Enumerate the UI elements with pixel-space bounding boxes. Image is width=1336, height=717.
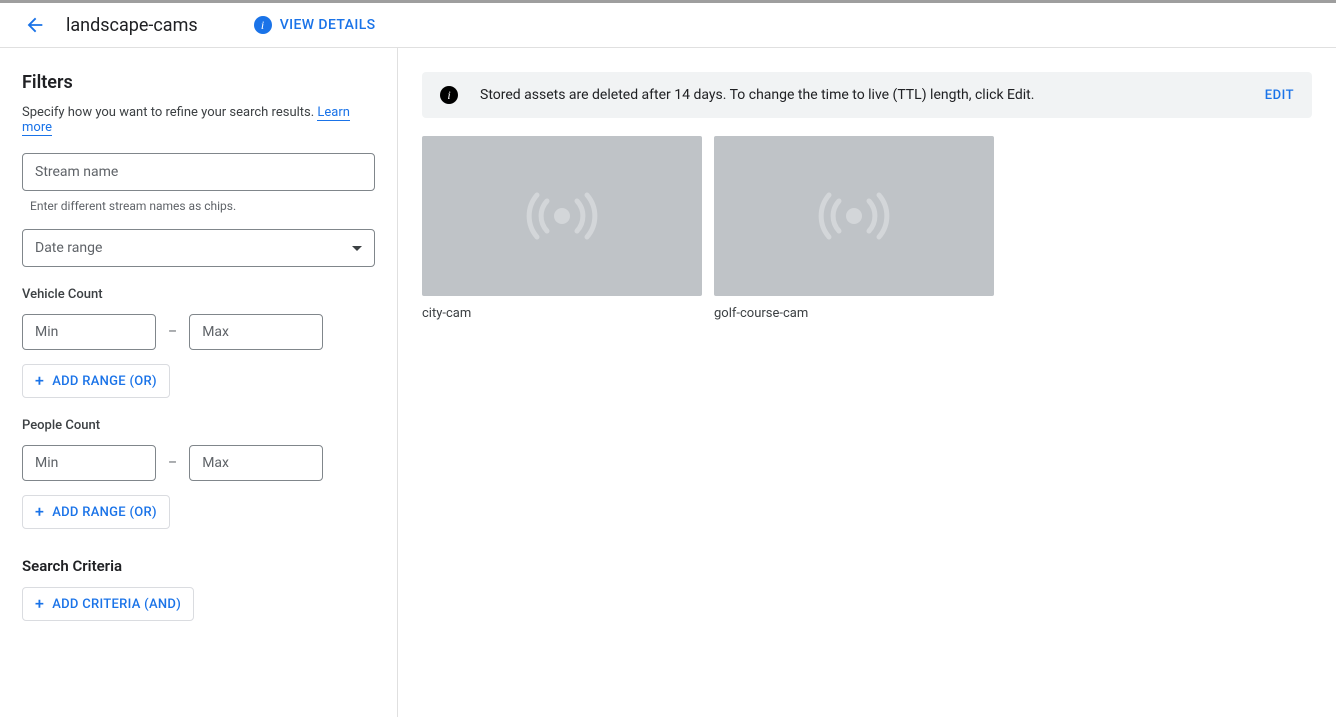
vehicle-min-input[interactable]: Min bbox=[22, 314, 156, 350]
stream-card-label: golf-course-cam bbox=[714, 306, 994, 321]
people-count-range: Min – Max bbox=[22, 445, 375, 481]
vehicle-add-range-button[interactable]: + ADD RANGE (OR) bbox=[22, 364, 170, 398]
stream-name-placeholder: Stream name bbox=[35, 164, 118, 180]
people-add-range-button[interactable]: + ADD RANGE (OR) bbox=[22, 495, 170, 529]
add-criteria-button[interactable]: + ADD CRITERIA (AND) bbox=[22, 587, 194, 621]
people-add-range-label: ADD RANGE (OR) bbox=[52, 505, 157, 520]
vehicle-count-label: Vehicle Count bbox=[22, 287, 375, 302]
people-min-input[interactable]: Min bbox=[22, 445, 156, 481]
filters-description: Specify how you want to refine your sear… bbox=[22, 105, 375, 135]
stream-name-helper: Enter different stream names as chips. bbox=[30, 199, 371, 213]
vehicle-count-range: Min – Max bbox=[22, 314, 375, 350]
info-banner: i Stored assets are deleted after 14 day… bbox=[422, 72, 1312, 118]
plus-icon: + bbox=[35, 504, 44, 520]
stream-thumbnail bbox=[714, 136, 994, 296]
stream-card-label: city-cam bbox=[422, 306, 702, 321]
back-arrow-icon[interactable] bbox=[24, 14, 46, 36]
date-range-select[interactable]: Date range bbox=[22, 229, 375, 267]
plus-icon: + bbox=[35, 373, 44, 389]
filters-sidebar: Filters Specify how you want to refine y… bbox=[0, 48, 398, 717]
stream-thumbnail bbox=[422, 136, 702, 296]
view-details-label: VIEW DETAILS bbox=[280, 17, 376, 33]
add-criteria-label: ADD CRITERIA (AND) bbox=[52, 597, 181, 612]
vehicle-max-input[interactable]: Max bbox=[189, 314, 323, 350]
view-details-button[interactable]: i VIEW DETAILS bbox=[254, 16, 376, 34]
banner-edit-button[interactable]: EDIT bbox=[1265, 88, 1294, 103]
people-count-label: People Count bbox=[22, 418, 375, 433]
stream-cards: city-cam golf-course-cam bbox=[422, 136, 1312, 321]
info-icon: i bbox=[440, 86, 458, 104]
filters-heading: Filters bbox=[22, 72, 375, 93]
date-range-placeholder: Date range bbox=[35, 240, 102, 256]
range-dash: – bbox=[168, 455, 177, 471]
range-dash: – bbox=[168, 324, 177, 340]
topbar: landscape-cams i VIEW DETAILS bbox=[0, 0, 1336, 48]
stream-name-input[interactable]: Stream name bbox=[22, 153, 375, 191]
filters-description-text: Specify how you want to refine your sear… bbox=[22, 105, 314, 120]
search-criteria-heading: Search Criteria bbox=[22, 557, 375, 575]
live-signal-icon bbox=[815, 191, 893, 241]
chevron-down-icon bbox=[352, 246, 362, 251]
vehicle-add-range-label: ADD RANGE (OR) bbox=[52, 374, 157, 389]
info-icon: i bbox=[254, 16, 272, 34]
main-content: i Stored assets are deleted after 14 day… bbox=[398, 48, 1336, 717]
people-max-input[interactable]: Max bbox=[189, 445, 323, 481]
live-signal-icon bbox=[523, 191, 601, 241]
banner-text: Stored assets are deleted after 14 days.… bbox=[480, 87, 1249, 103]
plus-icon: + bbox=[35, 596, 44, 612]
stream-card[interactable]: city-cam bbox=[422, 136, 702, 321]
stream-card[interactable]: golf-course-cam bbox=[714, 136, 994, 321]
page-title: landscape-cams bbox=[66, 15, 198, 36]
